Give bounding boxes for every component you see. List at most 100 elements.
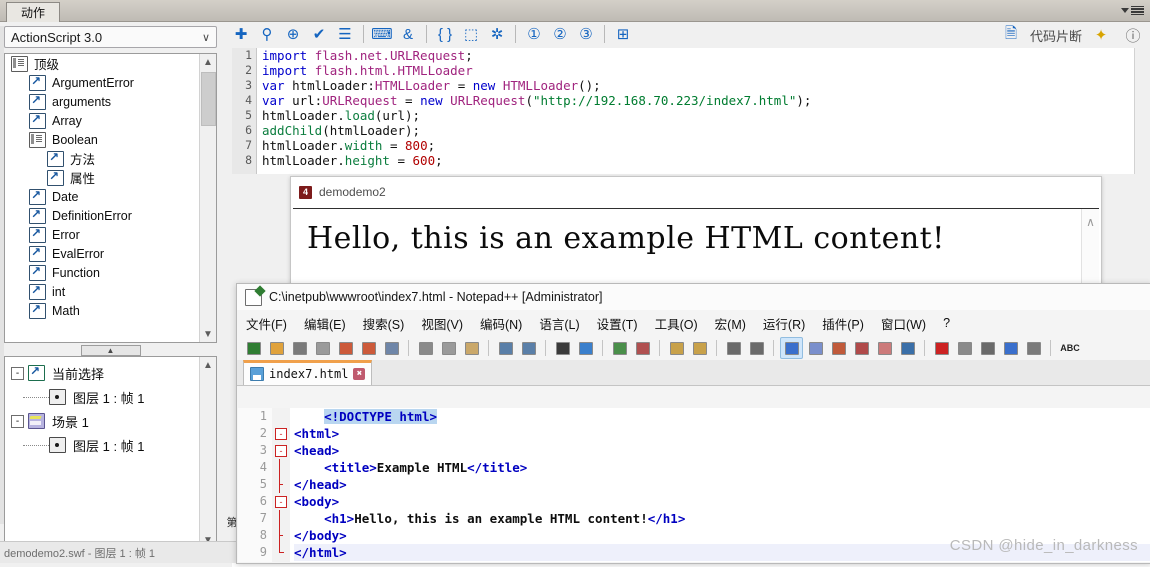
demodemo2-scrollbar[interactable]: ∧ [1081,209,1099,288]
zoom-in-icon[interactable] [609,338,630,358]
scroll-up-arrow-icon[interactable]: ▲ [200,54,216,70]
show-hide-toolbox-icon[interactable]: ⊞ [610,22,636,46]
code-line[interactable]: addChild(htmlLoader); [262,123,1132,138]
menu-item[interactable]: 视图(V) [421,314,463,333]
class-tree-scrollbar[interactable]: ▲ ▼ [199,54,216,342]
spell-check-icon[interactable]: ABC [1057,338,1083,358]
code-line[interactable]: <!DOCTYPE html> [294,408,1150,425]
word-wrap-icon[interactable] [723,338,744,358]
class-tree-item[interactable]: Math [5,301,201,320]
tab-actions[interactable]: 动作 [6,2,61,22]
class-tree-item[interactable]: 顶级 [5,54,201,73]
script-nav-group[interactable]: - 当前选择 [5,361,201,385]
close-icon[interactable]: ✖ [353,368,366,380]
code-line[interactable]: var url:URLRequest = new URLRequest("htt… [262,93,1132,108]
show-code-hint-icon[interactable]: ⌨ [369,22,395,46]
script-navigator-scrollbar[interactable]: ▲ ▼ [199,357,216,548]
menu-item[interactable]: ? [943,316,950,330]
actionscript-version-select[interactable]: ActionScript 3.0 ∨ [4,26,217,48]
class-tree-item[interactable]: 方法 [5,149,201,168]
menu-item[interactable]: 设置(T) [597,314,638,333]
replace-icon[interactable] [575,338,596,358]
code-line[interactable]: var htmlLoader:HTMLLoader = new HTMLLoad… [262,78,1132,93]
fold-marker[interactable]: - [272,425,290,442]
tab-index7-html[interactable]: index7.html ✖ [243,360,373,385]
collapse-selection-icon[interactable]: ⬚ [458,22,484,46]
scroll-up-arrow-icon[interactable]: ▲ [200,357,216,373]
code-line[interactable]: <head> [294,442,1150,459]
check-syntax-icon[interactable]: ✔ [306,22,332,46]
code-line[interactable]: <title>Example HTML</title> [294,459,1150,476]
collapse-expander-icon[interactable]: - [11,414,24,428]
code-line[interactable]: htmlLoader.height = 600; [262,153,1132,168]
code-line[interactable]: htmlLoader.width = 800; [262,138,1132,153]
save-icon[interactable] [289,338,310,358]
find-icon[interactable] [552,338,573,358]
folder-as-workspace-icon[interactable] [874,338,895,358]
function-list-icon[interactable] [851,338,872,358]
code-line[interactable]: import flash.html.HTMLLoader [262,63,1132,78]
script-navigator-tree[interactable]: - 当前选择图层 1 : 帧 1 - 场景 1 图层 1 : 帧 1 ▲ ▼ [4,356,217,549]
menu-item[interactable]: 工具(O) [655,314,698,333]
save-all-icon[interactable] [312,338,333,358]
remove-comment-icon[interactable]: ③ [573,22,599,46]
save-macro-icon[interactable] [1023,338,1044,358]
monitoring-icon[interactable] [897,338,918,358]
class-tree-item[interactable]: EvalError [5,244,201,263]
user-defined-language-icon[interactable] [805,338,826,358]
class-tree-item[interactable]: Array [5,111,201,130]
zoom-out-icon[interactable] [632,338,653,358]
class-tree-item[interactable]: int [5,282,201,301]
add-item-icon[interactable]: ✚ [228,22,254,46]
class-tree-item[interactable]: arguments [5,92,201,111]
code-line[interactable]: htmlLoader.load(url); [262,108,1132,123]
class-tree-item[interactable]: ArgumentError [5,73,201,92]
scrollbar-thumb[interactable] [201,72,216,126]
class-tree-item[interactable]: Function [5,263,201,282]
target-icon[interactable]: ⊕ [280,22,306,46]
notepadpp-fold-margin[interactable]: - - - [272,408,290,562]
script-nav-group[interactable]: - 场景 1 [5,409,201,433]
fold-collapse-icon[interactable]: - [275,445,287,457]
code-line[interactable]: <body> [294,493,1150,510]
undo-icon[interactable] [495,338,516,358]
demodemo2-window[interactable]: 4 demodemo2 Hello, this is an example HT… [290,176,1102,291]
code-snippet-icon[interactable]: 🗎 [998,23,1024,47]
redo-icon[interactable] [518,338,539,358]
menu-item[interactable]: 文件(F) [246,314,287,333]
show-all-characters-icon[interactable] [746,338,767,358]
sync-vertical-scroll-icon[interactable] [666,338,687,358]
class-tree-item[interactable]: Boolean [5,130,201,149]
scroll-down-arrow-icon[interactable]: ▼ [200,326,216,342]
script-nav-item[interactable]: 图层 1 : 帧 1 [5,385,201,409]
magic-wand-icon[interactable]: ✦ [1088,23,1114,47]
auto-format-icon[interactable]: ☰ [332,22,358,46]
collapse-expander-icon[interactable]: - [11,366,24,380]
copy-icon[interactable] [438,338,459,358]
code-line[interactable]: import flash.net.URLRequest; [262,48,1132,63]
fold-marker[interactable]: - [272,442,290,459]
collapse-braces-icon[interactable]: { } [432,22,458,46]
debug-options-icon[interactable]: & [395,22,421,46]
apply-block-comment-icon[interactable]: ① [521,22,547,46]
indent-guide-icon[interactable] [780,337,803,359]
apply-line-comment-icon[interactable]: ② [547,22,573,46]
menu-item[interactable]: 插件(P) [822,314,864,333]
menu-item[interactable]: 编辑(E) [304,314,346,333]
find-replace-icon[interactable]: ⚲ [254,22,280,46]
cut-icon[interactable] [415,338,436,358]
notepadpp-window[interactable]: C:\inetpub\wwwroot\index7.html - Notepad… [236,283,1150,564]
panel-splitter[interactable]: ▲ [4,344,217,356]
close-file-icon[interactable] [335,338,356,358]
start-record-macro-icon[interactable] [931,338,952,358]
code-line[interactable]: <h1>Hello, this is an example HTML conte… [294,510,1150,527]
menu-item[interactable]: 窗口(W) [881,314,926,333]
class-tree-item[interactable]: Error [5,225,201,244]
actionscript-editor-scrollbar[interactable] [1134,48,1150,174]
run-macro-multiple-icon[interactable] [1000,338,1021,358]
class-tree-item[interactable]: 属性 [5,168,201,187]
code-line[interactable]: <html> [294,425,1150,442]
menu-item[interactable]: 编码(N) [480,314,522,333]
show-document-map-icon[interactable] [828,338,849,358]
expand-all-icon[interactable]: ✲ [484,22,510,46]
